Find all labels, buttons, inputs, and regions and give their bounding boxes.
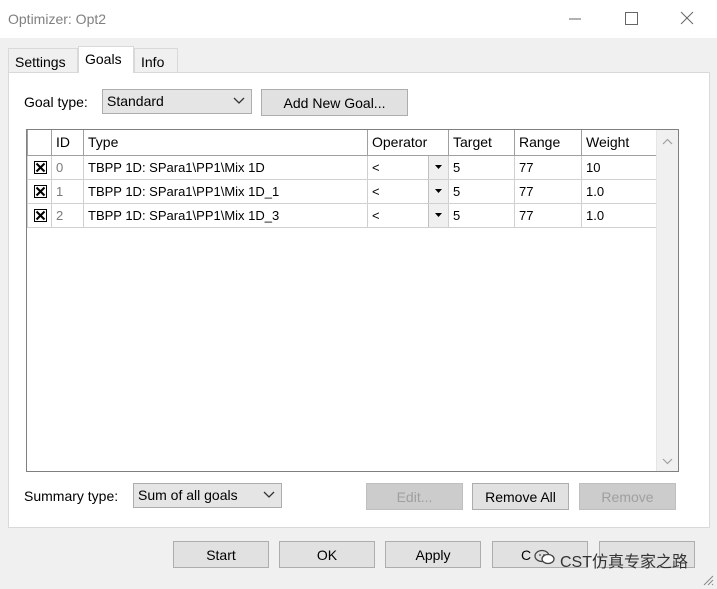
goal-type-value: Standard xyxy=(107,93,164,109)
chevron-down-icon xyxy=(263,491,275,498)
goal-type[interactable]: TBPP 1D: SPara1\PP1\Mix 1D_3 xyxy=(83,202,368,228)
col-header-operator[interactable]: Operator xyxy=(367,130,449,156)
minimize-button[interactable] xyxy=(561,6,589,32)
resize-grip-icon[interactable] xyxy=(702,574,714,586)
tab-goals[interactable]: Goals xyxy=(78,46,134,73)
window-title: Optimizer: Opt2 xyxy=(8,11,107,27)
wechat-icon xyxy=(534,549,555,565)
title-bar: Optimizer: Opt2 xyxy=(0,0,717,38)
goal-target[interactable]: 5 xyxy=(448,202,515,228)
goal-id: 0 xyxy=(51,154,84,180)
col-header-weight[interactable]: Weight xyxy=(581,130,657,156)
operator-dropdown-button[interactable] xyxy=(428,156,448,178)
goal-range[interactable]: 77 xyxy=(514,154,582,180)
goal-enabled-checkbox[interactable] xyxy=(34,160,47,174)
col-header-target[interactable]: Target xyxy=(448,130,515,156)
goal-operator: < xyxy=(372,183,380,199)
chevron-down-icon xyxy=(233,97,245,104)
goal-enable-cell xyxy=(27,178,52,204)
caret-down-icon xyxy=(435,188,442,193)
goal-type[interactable]: TBPP 1D: SPara1\PP1\Mix 1D_1 xyxy=(83,178,368,204)
scroll-down-icon[interactable] xyxy=(662,458,673,465)
operator-dropdown-button[interactable] xyxy=(428,204,448,226)
goal-weight[interactable]: 1.0 xyxy=(581,178,657,204)
remove-all-button[interactable]: Remove All xyxy=(472,483,569,510)
tab-info[interactable]: Info xyxy=(134,48,178,73)
operator-dropdown-button[interactable] xyxy=(428,180,448,202)
goal-range[interactable]: 77 xyxy=(514,202,582,228)
tab-settings[interactable]: Settings xyxy=(8,48,78,73)
edit-button[interactable]: Edit... xyxy=(366,483,463,510)
goal-weight[interactable]: 1.0 xyxy=(581,202,657,228)
checkmark-icon xyxy=(35,186,46,196)
goal-target[interactable]: 5 xyxy=(448,154,515,180)
checkmark-icon xyxy=(35,162,46,172)
col-header-type[interactable]: Type xyxy=(83,130,368,156)
maximize-icon xyxy=(625,12,638,25)
goal-operator-cell[interactable]: < xyxy=(367,154,449,180)
close-icon xyxy=(680,11,694,25)
goals-table: ID Type Operator Target Range Weight 0 T… xyxy=(26,129,679,472)
table-row: 2 TBPP 1D: SPara1\PP1\Mix 1D_3 < 5 77 1.… xyxy=(27,202,657,228)
col-header-check xyxy=(27,130,52,156)
table-row: 1 TBPP 1D: SPara1\PP1\Mix 1D_1 < 5 77 1.… xyxy=(27,178,657,204)
remove-button[interactable]: Remove xyxy=(579,483,676,510)
goals-panel: Goal type: Standard Add New Goal... ID T… xyxy=(8,72,710,528)
goal-target[interactable]: 5 xyxy=(448,178,515,204)
start-button[interactable]: Start xyxy=(173,541,269,568)
goal-enabled-checkbox[interactable] xyxy=(34,184,47,198)
close-button[interactable] xyxy=(673,6,701,32)
ok-button[interactable]: OK xyxy=(279,541,375,568)
goal-operator: < xyxy=(372,207,380,223)
minimize-icon xyxy=(569,18,581,20)
scroll-up-icon[interactable] xyxy=(662,138,673,145)
goal-enable-cell xyxy=(27,154,52,180)
add-new-goal-button[interactable]: Add New Goal... xyxy=(261,89,408,116)
table-header-row: ID Type Operator Target Range Weight xyxy=(27,130,657,156)
apply-button[interactable]: Apply xyxy=(385,541,481,568)
goal-enable-cell xyxy=(27,202,52,228)
goal-type-label: Goal type: xyxy=(24,94,88,110)
summary-type-value: Sum of all goals xyxy=(138,487,238,503)
goal-operator: < xyxy=(372,159,380,175)
goal-operator-cell[interactable]: < xyxy=(367,178,449,204)
caret-down-icon xyxy=(435,212,442,217)
goal-weight[interactable]: 10 xyxy=(581,154,657,180)
table-row: 0 TBPP 1D: SPara1\PP1\Mix 1D < 5 77 10 xyxy=(27,154,657,180)
watermark-text: CST仿真专家之路 xyxy=(560,554,689,571)
goal-type-select[interactable]: Standard xyxy=(102,89,252,114)
watermark: CST仿真专家之路 xyxy=(532,543,702,571)
cancel-button-label: C xyxy=(521,547,532,563)
summary-type-select[interactable]: Sum of all goals xyxy=(133,483,282,508)
goal-operator-cell[interactable]: < xyxy=(367,202,449,228)
goal-enabled-checkbox[interactable] xyxy=(34,208,47,222)
goal-range[interactable]: 77 xyxy=(514,178,582,204)
caret-down-icon xyxy=(435,164,442,169)
checkmark-icon xyxy=(35,210,46,220)
summary-type-label: Summary type: xyxy=(24,488,119,504)
maximize-button[interactable] xyxy=(617,6,645,32)
table-vertical-scrollbar[interactable] xyxy=(656,130,678,471)
goal-id: 2 xyxy=(51,202,84,228)
goal-id: 1 xyxy=(51,178,84,204)
goal-type[interactable]: TBPP 1D: SPara1\PP1\Mix 1D xyxy=(83,154,368,180)
col-header-range[interactable]: Range xyxy=(514,130,582,156)
col-header-id[interactable]: ID xyxy=(51,130,84,156)
